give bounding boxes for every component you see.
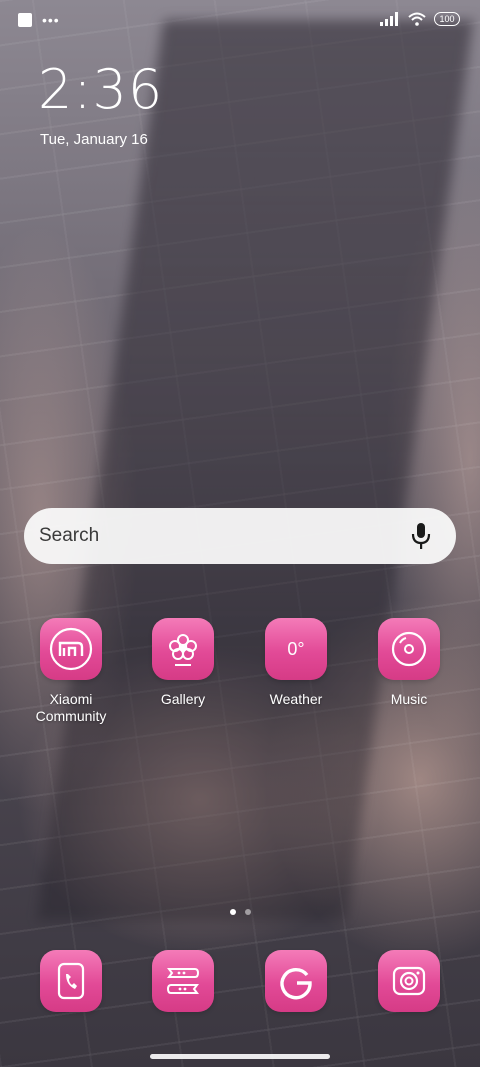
search-placeholder: Search	[39, 525, 100, 546]
app-label: Music	[390, 691, 428, 707]
page-dot-2[interactable]	[244, 909, 251, 915]
search-bar[interactable]: Search	[24, 508, 456, 564]
clock-date[interactable]: Tue, January 16	[40, 131, 148, 148]
mic-icon[interactable]	[410, 521, 432, 551]
signal-icon	[380, 12, 398, 26]
app-music[interactable]: Music	[354, 618, 464, 708]
app-gallery[interactable]: Gallery	[128, 618, 238, 708]
page-indicator	[0, 909, 480, 915]
battery-icon: 100	[434, 12, 460, 26]
status-bar: ••• 100	[0, 0, 480, 42]
temperature-icon: 0°	[265, 618, 327, 680]
home-gesture-bar[interactable]	[150, 1054, 330, 1059]
wifi-icon	[408, 12, 426, 26]
app-weather[interactable]: 0° Weather	[241, 618, 351, 708]
dock-camera[interactable]	[354, 950, 464, 1012]
notification-square-icon	[18, 13, 32, 27]
clock-time[interactable]: 2:36	[38, 58, 163, 121]
dock-messages[interactable]	[128, 950, 238, 1012]
page-dot-1[interactable]	[229, 909, 236, 915]
mi-logo-icon	[40, 618, 102, 680]
app-label: Weather	[269, 691, 323, 707]
battery-level: 100	[439, 14, 455, 24]
more-dots-icon: •••	[42, 12, 60, 28]
messages-icon	[152, 950, 214, 1012]
disc-icon	[378, 618, 440, 680]
app-label: Xiaomi Community	[35, 691, 107, 724]
status-bar-right: 100	[380, 12, 460, 26]
camera-icon	[378, 950, 440, 1012]
google-icon	[265, 950, 327, 1012]
dock-google[interactable]	[241, 950, 351, 1012]
phone-icon	[40, 950, 102, 1012]
app-label: Gallery	[160, 691, 206, 707]
dock-phone[interactable]	[16, 950, 126, 1012]
flower-icon	[152, 618, 214, 680]
app-xiaomi-community[interactable]: Xiaomi Community	[16, 618, 126, 725]
status-bar-left: •••	[18, 13, 60, 27]
weather-temperature: 0°	[287, 638, 305, 659]
